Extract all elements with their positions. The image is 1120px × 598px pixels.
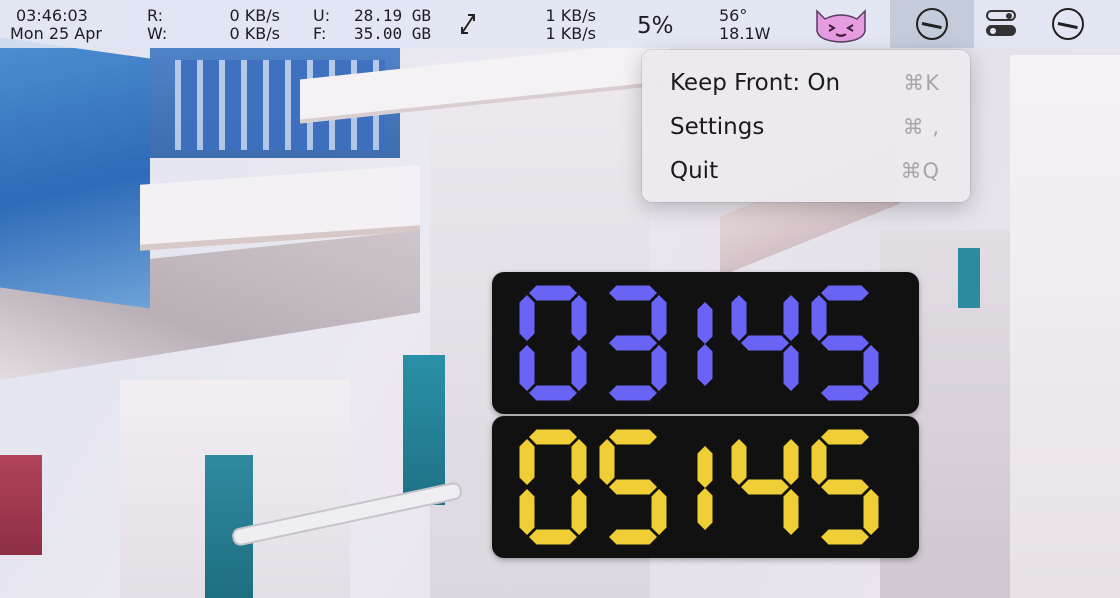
menu-item-label: Settings [670,114,765,140]
clock-segment [821,529,869,545]
clock-segment [863,489,879,535]
power-value: 18.1W [719,24,771,43]
clock-colon-dot [697,302,713,344]
used-value: 28.19 GB [353,6,431,25]
write-rate: 0 KB/s [229,24,280,43]
clock-menu-button[interactable] [890,0,974,48]
clock-segment [651,345,667,391]
clock-segment [571,295,587,341]
digital-clock-primary[interactable] [492,272,919,414]
clock-segment [571,439,587,485]
clock-segment [519,489,535,535]
free-label: F: [313,24,327,43]
clock-segment [529,385,577,401]
clock-segment [519,439,535,485]
menu-item-label: Quit [670,158,719,184]
clock-digits [519,429,879,545]
used-label: U: [313,6,331,25]
clock-segment [609,429,657,445]
clock-digits [519,285,879,401]
clock-segment [783,295,799,341]
menu-item-quit[interactable]: Quit ⌘Q [642,149,970,193]
clock-segment [571,489,587,535]
clock-segment [519,295,535,341]
clock-segment [731,439,747,485]
clock-time: 03:46:03 [16,6,88,25]
network-arrows-icon [461,14,475,34]
clock-segment [609,529,657,545]
download-rate: 1 KB/s [545,24,596,43]
clock-colon-dot [697,446,713,488]
clock-segment [821,385,869,401]
clock-segment [529,285,577,301]
read-label: R: [147,6,164,25]
clock-segment [571,345,587,391]
clock-date: Mon 25 Apr [10,24,102,43]
clock-segment [821,429,869,445]
clock-icon[interactable] [1052,8,1084,40]
clock-segment [783,345,799,391]
free-value: 35.00 GB [353,24,431,43]
menu-item-keep-front[interactable]: Keep Front: On ⌘K [642,61,970,105]
clock-colon-dot [697,488,713,530]
write-label: W: [147,24,168,43]
clock-segment [821,479,869,495]
menu-item-shortcut: ⌘K [903,71,940,95]
clock-segment [863,345,879,391]
temperature-value: 56° [719,6,748,25]
control-center-icon[interactable] [986,10,1016,38]
clock-segment [529,529,577,545]
clock-segment [731,295,747,341]
clock-colon-dot [697,344,713,386]
menu-bar: 03:46:03 Mon 25 Apr R: W: 0 KB/s 0 KB/s … [0,0,1120,48]
mascot-icon[interactable] [811,5,871,43]
clock-segment [609,285,657,301]
upload-rate: 1 KB/s [545,6,596,25]
clock-segment [609,385,657,401]
clock-icon [916,8,948,40]
clock-segment [741,479,789,495]
cpu-percent[interactable]: 5% [637,13,674,39]
menu-item-label: Keep Front: On [670,70,841,96]
clock-segment [651,489,667,535]
clock-segment [811,439,827,485]
menu-item-shortcut: ⌘ , [902,115,940,139]
clock-segment [783,489,799,535]
clock-segment [609,335,657,351]
clock-segment [811,295,827,341]
digital-clock-secondary[interactable] [492,416,919,558]
read-rate: 0 KB/s [229,6,280,25]
menu-item-shortcut: ⌘Q [900,159,940,183]
clock-segment [783,439,799,485]
clock-segment [821,285,869,301]
menu-item-settings[interactable]: Settings ⌘ , [642,105,970,149]
clock-segment [519,345,535,391]
clock-segment [529,429,577,445]
clock-segment [609,479,657,495]
clock-segment [741,335,789,351]
clock-segment [821,335,869,351]
clock-segment [599,439,615,485]
clock-context-menu: Keep Front: On ⌘K Settings ⌘ , Quit ⌘Q [642,50,970,202]
clock-segment [651,295,667,341]
